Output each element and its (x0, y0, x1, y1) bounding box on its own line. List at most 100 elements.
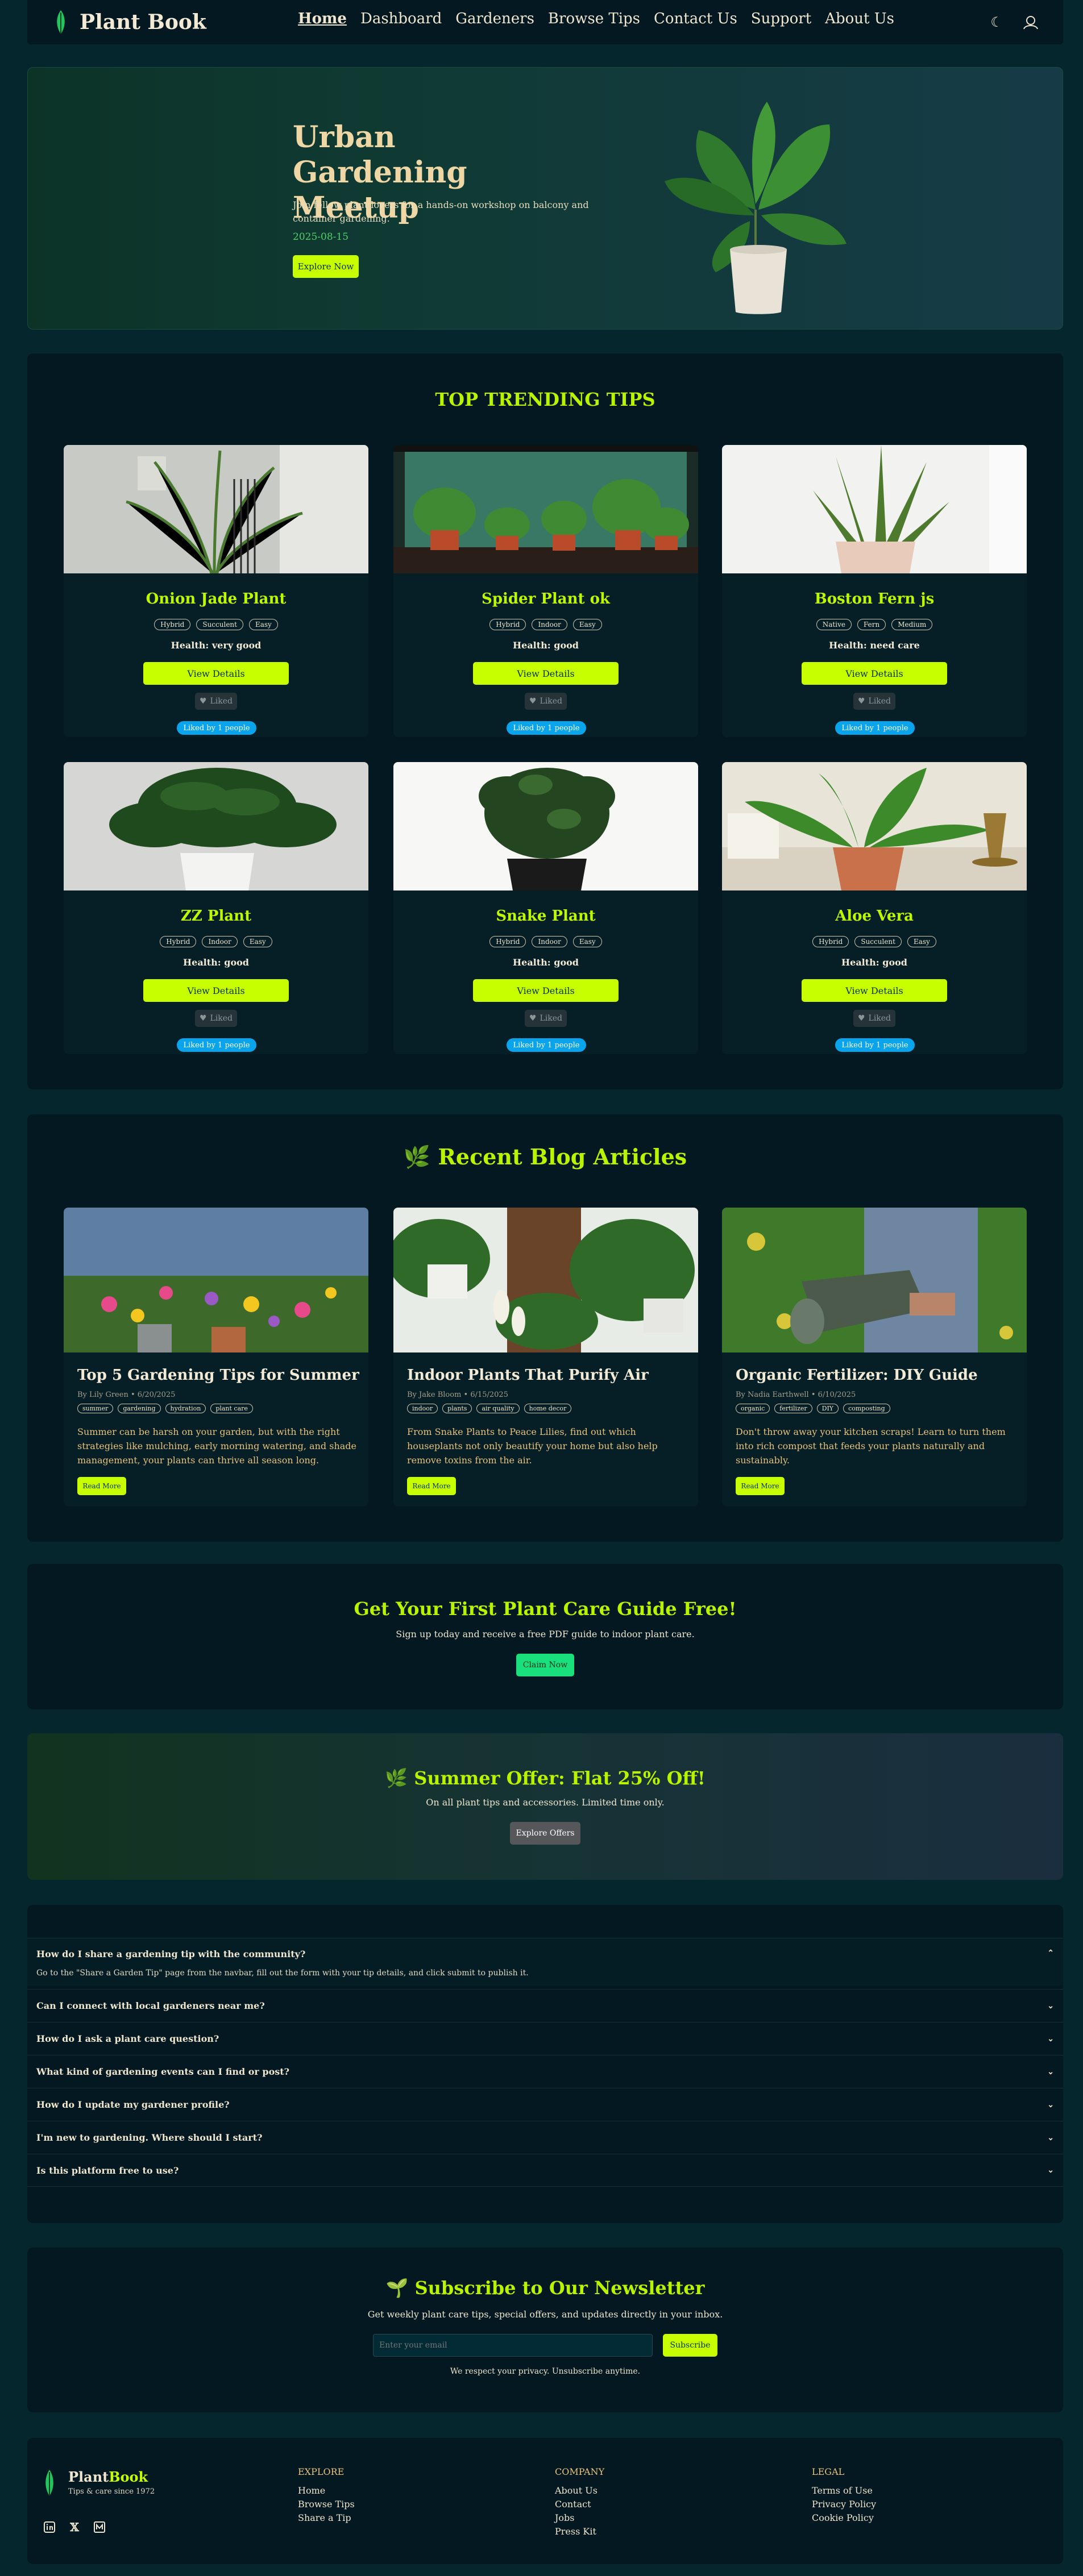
tag: Succulent (854, 936, 902, 947)
health-status: Health: very good (171, 640, 262, 651)
read-more-button[interactable]: Read More (736, 1477, 785, 1495)
blog-title[interactable]: Indoor Plants That Purify Air (407, 1367, 649, 1384)
liked-label: Liked (540, 697, 563, 706)
tag: summer (77, 1404, 114, 1413)
footer-link-share-tip[interactable]: Share a Tip (298, 2511, 355, 2525)
read-more-button[interactable]: Read More (77, 1477, 126, 1495)
tag-list: Hybrid Indoor Easy (393, 619, 698, 630)
plant-photo (393, 445, 698, 573)
view-details-button[interactable]: View Details (802, 662, 947, 685)
faq-item-open[interactable]: How do I share a gardening tip with the … (27, 1938, 1063, 1986)
blog-meta: By Lily Green • 6/20/2025 (77, 1391, 176, 1399)
blog-title[interactable]: Organic Fertilizer: DIY Guide (736, 1367, 978, 1384)
chevron-down-icon: ⌄ (1047, 2133, 1054, 2142)
brand[interactable]: Plant Book (55, 9, 206, 35)
tag-list: Hybrid Indoor Easy (64, 936, 368, 947)
nav-link-gardeners[interactable]: Gardeners (455, 10, 534, 27)
moon-icon[interactable]: ☾ (987, 13, 1006, 32)
privacy-note: We respect your privacy. Unsubscribe any… (450, 2367, 641, 2376)
offer-description: On all plant tips and accessories. Limit… (426, 1797, 665, 1808)
x-icon[interactable]: 𝕏 (68, 2520, 81, 2534)
faq-question: How do I ask a plant care question? (36, 2033, 219, 2044)
section-title: 🌿 Recent Blog Articles (403, 1144, 687, 1170)
tag-list: Native Fern Medium (722, 619, 1027, 630)
plant-name: Aloe Vera (835, 908, 914, 925)
liked-button[interactable]: ♥ Liked (853, 1010, 895, 1027)
plant-photo (722, 762, 1027, 890)
blog-title[interactable]: Top 5 Gardening Tips for Summer (77, 1367, 359, 1384)
faq-item[interactable]: I'm new to gardening. Where should I sta… (27, 2121, 1063, 2154)
medium-icon[interactable] (93, 2521, 106, 2533)
nav-link-support[interactable]: Support (751, 10, 811, 27)
tag: Easy (248, 619, 278, 630)
heart-icon: ♥ (529, 697, 537, 706)
liked-button[interactable]: ♥ Liked (195, 693, 237, 710)
section-title: TOP TRENDING TIPS (435, 389, 655, 410)
liked-button[interactable]: ♥ Liked (525, 693, 567, 710)
liked-button[interactable]: ♥ Liked (195, 1010, 237, 1027)
liked-by-badge: Liked by 1 people (177, 1038, 256, 1052)
nav-link-dashboard[interactable]: Dashboard (360, 10, 442, 27)
chevron-down-icon: ⌄ (1047, 2166, 1054, 2175)
view-details-button[interactable]: View Details (143, 979, 289, 1002)
heart-icon: ♥ (199, 1014, 207, 1023)
read-more-button[interactable]: Read More (407, 1477, 456, 1495)
faq-item[interactable]: Can I connect with local gardeners near … (27, 1989, 1063, 2022)
brand-part-book: Book (109, 2469, 148, 2485)
view-details-button[interactable]: View Details (802, 979, 947, 1002)
liked-by-badge: Liked by 1 people (507, 721, 586, 735)
footer-link-cookies[interactable]: Cookie Policy (812, 2511, 876, 2525)
liked-button[interactable]: ♥ Liked (853, 693, 895, 710)
newsletter-section: 🌱 Subscribe to Our Newsletter Get weekly… (27, 2248, 1063, 2412)
summer-offer-banner: 🌿 Summer Offer: Flat 25% Off! On all pla… (27, 1733, 1063, 1880)
tag: Easy (907, 936, 936, 947)
footer-link-about[interactable]: About Us (555, 2484, 604, 2498)
footer-link-home[interactable]: Home (298, 2484, 355, 2498)
footer-link-privacy[interactable]: Privacy Policy (812, 2498, 876, 2511)
faq-question: I'm new to gardening. Where should I sta… (36, 2132, 263, 2143)
linkedin-icon[interactable] (43, 2521, 56, 2533)
tag-list: Hybrid Succulent Easy (64, 619, 368, 630)
footer: PlantBook Tips & care since 1972 𝕏 EXPLO… (27, 2438, 1063, 2564)
tag: Hybrid (489, 936, 526, 947)
liked-by-badge: Liked by 1 people (507, 1038, 586, 1052)
liked-button[interactable]: ♥ Liked (525, 1010, 567, 1027)
tag: Indoor (532, 619, 567, 630)
tag: Succulent (196, 619, 243, 630)
tag-list: organic fertilizer DIY composting (736, 1404, 890, 1413)
tag-list: Hybrid Indoor Easy (393, 936, 698, 947)
tag: Hybrid (154, 619, 191, 630)
blog-section: 🌿 Recent Blog Articles Top 5 Gardening T… (27, 1114, 1063, 1542)
footer-link-browse-tips[interactable]: Browse Tips (298, 2498, 355, 2511)
email-input[interactable] (373, 2334, 653, 2357)
footer-link-contact[interactable]: Contact (555, 2498, 604, 2511)
faq-item[interactable]: What kind of gardening events can I find… (27, 2055, 1063, 2088)
footer-link-press-kit[interactable]: Press Kit (555, 2525, 604, 2538)
nav-link-contact-us[interactable]: Contact Us (654, 10, 737, 27)
nav-link-browse-tips[interactable]: Browse Tips (548, 10, 640, 27)
faq-item[interactable]: How do I update my gardener profile? ⌄ (27, 2088, 1063, 2121)
nav-link-home[interactable]: Home (298, 10, 347, 27)
guide-description: Sign up today and receive a free PDF gui… (396, 1629, 695, 1639)
nav-link-about-us[interactable]: About Us (825, 10, 894, 27)
view-details-button[interactable]: View Details (143, 662, 289, 685)
faq-item[interactable]: How do I ask a plant care question? ⌄ (27, 2022, 1063, 2055)
claim-now-button[interactable]: Claim Now (516, 1654, 574, 1676)
liked-label: Liked (868, 1014, 891, 1023)
tag: Native (816, 619, 852, 630)
health-status: Health: need care (829, 640, 920, 651)
explore-offers-button[interactable]: Explore Offers (510, 1822, 580, 1845)
tag: home decor (524, 1404, 572, 1413)
explore-now-button[interactable]: Explore Now (293, 255, 359, 278)
view-details-button[interactable]: View Details (473, 662, 619, 685)
user-avatar-icon[interactable] (1021, 13, 1040, 32)
subscribe-button[interactable]: Subscribe (663, 2334, 717, 2357)
footer-column-company: COMPANY About Us Contact Jobs Press Kit (555, 2466, 604, 2538)
blog-card: Organic Fertilizer: DIY Guide By Nadia E… (722, 1208, 1027, 1507)
view-details-button[interactable]: View Details (473, 979, 619, 1002)
footer-link-jobs[interactable]: Jobs (555, 2511, 604, 2525)
footer-link-terms[interactable]: Terms of Use (812, 2484, 876, 2498)
faq-item[interactable]: Is this platform free to use? ⌄ (27, 2154, 1063, 2187)
blog-card: Indoor Plants That Purify Air By Jake Bl… (393, 1208, 698, 1507)
footer-brand[interactable]: PlantBook Tips & care since 1972 (43, 2469, 155, 2497)
